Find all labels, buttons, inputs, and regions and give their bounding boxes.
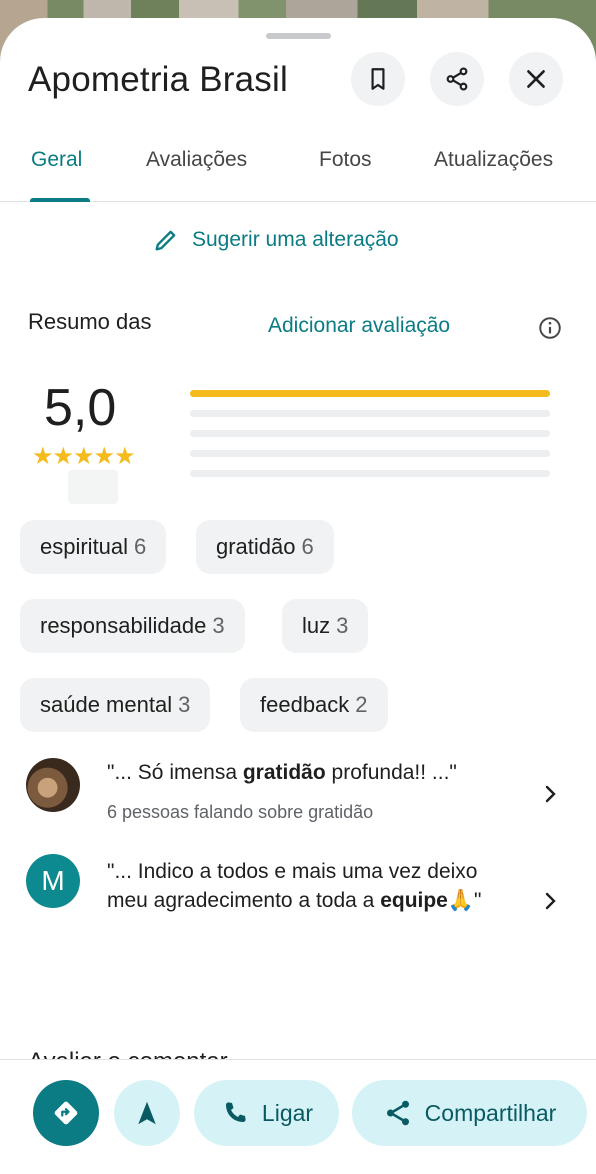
call-label: Ligar xyxy=(261,1099,314,1126)
tab-bar: Geral Avaliações Fotos Atualizações xyxy=(0,136,596,202)
directions-button[interactable] xyxy=(33,1080,99,1146)
rating-bar-5-stars xyxy=(190,390,550,397)
info-icon[interactable] xyxy=(537,315,563,341)
topic-label: luz xyxy=(302,613,331,638)
pencil-icon xyxy=(155,230,176,251)
topic-count: 6 xyxy=(134,534,147,559)
review-snippet[interactable]: M "... Indico a todos e mais uma vez dei… xyxy=(0,852,596,952)
drag-handle[interactable] xyxy=(266,33,331,39)
topic-chip-saude-mental[interactable]: saúde mental 3 xyxy=(20,678,211,732)
topic-count: 2 xyxy=(355,692,368,717)
tab-avaliacoes[interactable]: Avaliações xyxy=(146,148,247,172)
topic-label: feedback xyxy=(260,692,350,717)
rating-bar-fill xyxy=(190,390,550,397)
active-tab-indicator xyxy=(30,198,90,202)
place-title: Apometria Brasil xyxy=(28,60,288,99)
navigation-arrow-icon xyxy=(138,1101,156,1125)
topic-count: 3 xyxy=(178,692,191,717)
topic-label: saúde mental xyxy=(40,692,173,717)
review-snippet-text: "... Indico a todos e mais uma vez deixo… xyxy=(107,860,482,912)
call-button[interactable]: Ligar xyxy=(194,1080,339,1146)
suggest-edit-link[interactable]: Sugerir uma alteração xyxy=(152,226,399,254)
share-place-button[interactable]: Compartilhar xyxy=(352,1080,587,1146)
share-button[interactable] xyxy=(430,52,484,106)
tab-geral[interactable]: Geral xyxy=(31,148,82,172)
review-summary-title: Resumo das xyxy=(28,309,152,334)
topic-chip-feedback[interactable]: feedback 2 xyxy=(240,678,388,732)
bookmark-icon xyxy=(371,68,385,90)
review-count-placeholder xyxy=(68,470,118,504)
rating-bar-1-stars xyxy=(190,470,550,477)
close-button[interactable] xyxy=(509,52,563,106)
rating-bar-2-stars xyxy=(190,450,550,457)
close-icon xyxy=(527,70,545,88)
suggest-edit-label: Sugerir uma alteração xyxy=(192,228,399,251)
avatar: M xyxy=(26,854,80,908)
average-rating: 5,0 xyxy=(44,379,117,437)
review-snippet[interactable]: "... Só imensa gratidão profunda!! ..." … xyxy=(0,756,596,836)
share-icon xyxy=(386,1100,409,1126)
review-snippet-subtitle: 6 pessoas falando sobre gratidão xyxy=(107,802,374,822)
place-bottom-sheet: Apometria Brasil Geral Avaliações Fotos … xyxy=(0,18,596,1174)
action-bar: Ligar Compartilhar xyxy=(0,1059,596,1174)
rating-bar-3-stars xyxy=(190,430,550,437)
topic-count: 6 xyxy=(301,534,314,559)
chevron-right-icon xyxy=(545,785,556,803)
tab-atualizacoes[interactable]: Atualizações xyxy=(434,148,553,172)
rating-bar-4-stars xyxy=(190,410,550,417)
topic-label: responsabilidade xyxy=(40,613,207,638)
review-snippet-text: "... Só imensa gratidão profunda!! ..." xyxy=(107,761,457,784)
directions-icon xyxy=(54,1101,78,1125)
topic-label: gratidão xyxy=(216,534,296,559)
chevron-right-icon xyxy=(545,892,556,910)
topic-chip-luz[interactable]: luz 3 xyxy=(282,599,369,653)
tab-fotos[interactable]: Fotos xyxy=(319,148,372,172)
rating-stars: ★★★★★ xyxy=(32,443,136,470)
share-icon xyxy=(446,67,468,91)
avatar xyxy=(26,758,80,812)
topic-count: 3 xyxy=(336,613,349,638)
topic-count: 3 xyxy=(212,613,225,638)
share-label: Compartilhar xyxy=(424,1099,557,1126)
add-review-link[interactable]: Adicionar avaliação xyxy=(268,314,450,338)
topic-chip-responsabilidade[interactable]: responsabilidade 3 xyxy=(20,599,245,653)
topic-chip-espiritual[interactable]: espiritual 6 xyxy=(20,520,167,574)
save-button[interactable] xyxy=(351,52,405,106)
phone-icon xyxy=(225,1102,246,1122)
start-navigation-button[interactable] xyxy=(114,1080,180,1146)
topic-label: espiritual xyxy=(40,534,129,559)
topic-chip-gratidao[interactable]: gratidão 6 xyxy=(196,520,334,574)
